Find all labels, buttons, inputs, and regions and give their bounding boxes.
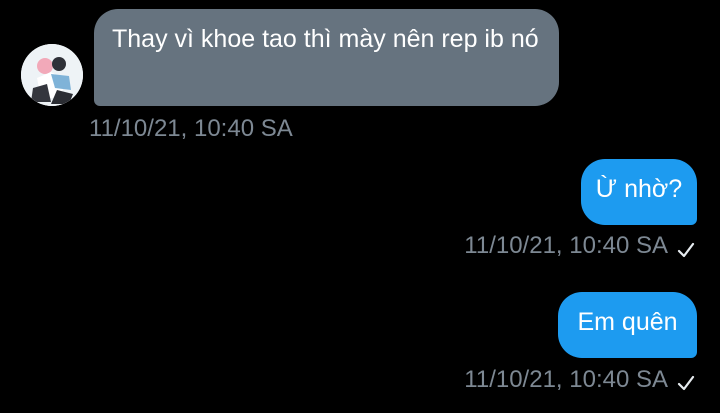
message-timestamp: 11/10/21, 10:40 SA bbox=[464, 232, 668, 259]
avatar-image bbox=[21, 44, 83, 106]
outgoing-message-bubble[interactable]: Ừ nhờ? bbox=[581, 159, 697, 225]
message-text: Ừ nhờ? bbox=[595, 175, 683, 203]
message-text: Thay vì khoe tao thì mày nên rep ib nó bbox=[112, 25, 539, 53]
message-text: Em quên bbox=[577, 308, 678, 336]
checkmark-icon bbox=[677, 242, 695, 258]
outgoing-message-bubble[interactable]: Em quên bbox=[558, 292, 697, 358]
message-timestamp: 11/10/21, 10:40 SA bbox=[89, 115, 293, 142]
sender-avatar[interactable] bbox=[21, 44, 83, 106]
incoming-message-bubble[interactable]: Thay vì khoe tao thì mày nên rep ib nó bbox=[94, 9, 559, 106]
checkmark-icon bbox=[677, 375, 695, 391]
message-timestamp: 11/10/21, 10:40 SA bbox=[464, 366, 668, 393]
